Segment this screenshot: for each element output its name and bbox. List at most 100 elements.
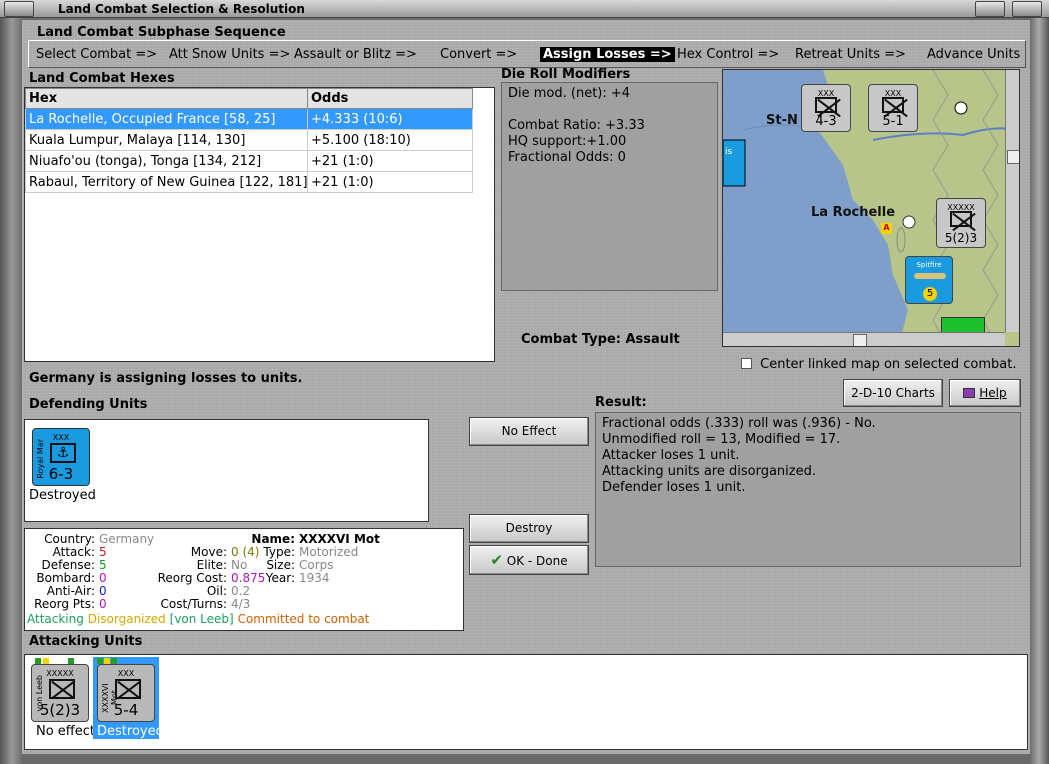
destroy-button[interactable]: Destroy	[469, 514, 589, 543]
frame-right	[1029, 18, 1049, 764]
phase-assign-losses: Assign Losses =>	[540, 47, 675, 62]
attacking-unit-counter[interactable]: XXX XXXXVI Mot 5-4	[97, 664, 155, 722]
map-hscrollbar[interactable]	[723, 332, 1005, 346]
hexes-panel: Hex Odds La Rochelle, Occupied France [5…	[24, 87, 495, 362]
modifier-line	[508, 102, 711, 118]
combat-type: Combat Type: Assault	[521, 332, 680, 347]
odds-cell: +4.333 (10:6)	[307, 108, 473, 130]
infantry-icon	[49, 679, 75, 699]
map-place-label: La Rochelle	[811, 205, 896, 220]
hscroll-thumb[interactable]	[853, 334, 867, 346]
result-line: Attacker loses 1 unit.	[602, 448, 740, 463]
counter-values: 5	[923, 287, 937, 301]
odds-cell: +21 (1:0)	[307, 150, 473, 172]
cost-value: 4/3	[231, 597, 251, 611]
reorg-label: Reorg Pts:	[34, 597, 95, 611]
help-icon	[963, 388, 976, 398]
counter-values: 5(2)3	[944, 231, 978, 245]
map-counter-von-leeb[interactable]: XXXXX 5(2)3	[936, 198, 986, 248]
hexes-title: Land Combat Hexes	[29, 71, 175, 86]
year-value: 1934	[299, 571, 330, 585]
flag-attacking: Attacking	[27, 612, 84, 626]
checkmark-icon: ✔	[490, 551, 503, 569]
defending-unit-counter[interactable]: XXX Royal Mar ⚓ 6-3	[32, 428, 90, 486]
modifiers-title: Die Roll Modifiers	[501, 67, 631, 82]
help-button[interactable]: Help	[949, 379, 1021, 407]
col-odds[interactable]: Odds	[307, 88, 473, 109]
counter-values: 5-4	[113, 701, 139, 719]
modifier-line: Combat Ratio: +3.33	[508, 118, 645, 133]
result-panel: Fractional odds (.333) roll was (.936) -…	[595, 412, 1021, 567]
center-map-label: Center linked map on selected combat.	[760, 357, 1017, 372]
help-label: Help	[979, 386, 1007, 400]
motorized-icon	[115, 679, 141, 699]
attack-marker: A	[881, 223, 892, 234]
modifier-line: Fractional Odds: 0	[508, 150, 626, 165]
counter-values: 4-3	[815, 114, 837, 129]
counter-values: 5-1	[882, 114, 904, 129]
close-button[interactable]	[1012, 1, 1042, 17]
result-line: Attacking units are disorganized.	[602, 464, 816, 479]
combat-type-value: Assault	[625, 332, 680, 347]
frame-left	[0, 18, 24, 764]
sequence-title: Land Combat Subphase Sequence	[37, 25, 286, 40]
linked-map[interactable]: is St-N La Rochelle A XXX 4-3 XXX 5-1 XX…	[722, 69, 1020, 347]
infantry-icon	[815, 97, 837, 113]
phase-select-combat: Select Combat =>	[36, 47, 158, 62]
counter-name: Spitfire	[916, 261, 942, 269]
odds-cell: +21 (1:0)	[307, 171, 473, 193]
map-counter-spitfire[interactable]: Spitfire 5	[905, 256, 953, 304]
combat-type-label: Combat Type:	[521, 332, 621, 347]
hexes-header-row: Hex Odds	[25, 88, 473, 109]
result-title: Result:	[595, 395, 647, 410]
vscroll-thumb[interactable]	[1007, 150, 1019, 164]
attacking-unit-counter[interactable]: XXXXX von Leeb 5(2)3	[31, 664, 89, 722]
defending-title: Defending Units	[29, 397, 148, 412]
map-vscrollbar[interactable]	[1005, 70, 1019, 332]
window-title: Land Combat Selection & Resolution	[58, 2, 305, 16]
table-row[interactable]: Rabaul, Territory of New Guinea [122, 18…	[25, 171, 473, 193]
flag-disorganized: Disorganized	[87, 612, 166, 626]
table-row[interactable]: Kuala Lumpur, Malaya [114, 130] +5.100 (…	[25, 129, 473, 151]
result-line: Defender loses 1 unit.	[602, 480, 746, 495]
system-menu-button[interactable]	[4, 1, 34, 17]
map-counter-korea[interactable]: XXX 4-3	[801, 84, 851, 132]
phase-sequence: Select Combat => Att Snow Units => Assau…	[34, 46, 1024, 66]
table-row[interactable]: Niuafo'ou (tonga), Tonga [134, 212] +21 …	[25, 150, 473, 172]
status-text: Germany is assigning losses to units.	[29, 371, 303, 386]
ok-done-button[interactable]: ✔ OK - Done	[469, 545, 589, 575]
modifier-line: HQ support:+1.00	[508, 134, 627, 149]
infantry-icon	[950, 211, 972, 227]
unit-flags: Attacking Disorganized [von Leeb] Commit…	[27, 613, 369, 626]
minimize-button[interactable]	[975, 1, 1005, 17]
col-hex[interactable]: Hex	[25, 88, 308, 109]
phase-retreat-units: Retreat Units =>	[795, 47, 906, 62]
flag-hq: [von Leeb]	[169, 612, 234, 626]
map-counter-luft[interactable]: XXX 5-1	[868, 84, 918, 132]
attacking-unit-slot-selected[interactable]: XXX XXXXVI Mot 5-4 Destroyed	[93, 657, 164, 739]
title-bar: Land Combat Selection & Resolution	[0, 0, 1049, 18]
ok-done-label: OK - Done	[506, 554, 568, 568]
hex-cell: Kuala Lumpur, Malaya [114, 130]	[25, 129, 308, 151]
counter-values: 6-3	[48, 465, 74, 483]
marine-icon: ⚓	[50, 443, 76, 463]
map-place-label-2: St-N	[766, 113, 798, 128]
phase-advance-units: Advance Units	[927, 47, 1021, 62]
result-line: Fractional odds (.333) roll was (.936) -…	[602, 416, 876, 431]
center-map-option[interactable]: Center linked map on selected combat.	[741, 357, 1017, 372]
attacking-unit-slot[interactable]: XXXXX von Leeb 5(2)3 No effect	[28, 657, 96, 739]
phase-assault-blitz: Assault or Blitz =>	[294, 47, 417, 62]
defending-panel: XXX Royal Mar ⚓ 6-3 Destroyed	[24, 419, 429, 522]
attacking-unit-status: Destroyed	[97, 724, 164, 739]
hex-cell: La Rochelle, Occupied France [58, 25]	[25, 108, 308, 130]
infantry-icon	[882, 97, 904, 113]
no-effect-button[interactable]: No Effect	[469, 417, 589, 446]
table-row[interactable]: La Rochelle, Occupied France [58, 25] +4…	[25, 108, 473, 130]
combat-window: Land Combat Selection & Resolution Land …	[0, 0, 1049, 764]
year-label: Year:	[265, 571, 295, 585]
attacking-panel: XXXXX von Leeb 5(2)3 No effect XXX XXXXV…	[24, 654, 1028, 750]
center-map-checkbox[interactable]	[741, 358, 752, 369]
attacking-unit-status: No effect	[36, 724, 96, 739]
charts-button[interactable]: 2-D-10 Charts	[843, 379, 943, 407]
cost-label: Cost/Turns:	[160, 597, 227, 611]
